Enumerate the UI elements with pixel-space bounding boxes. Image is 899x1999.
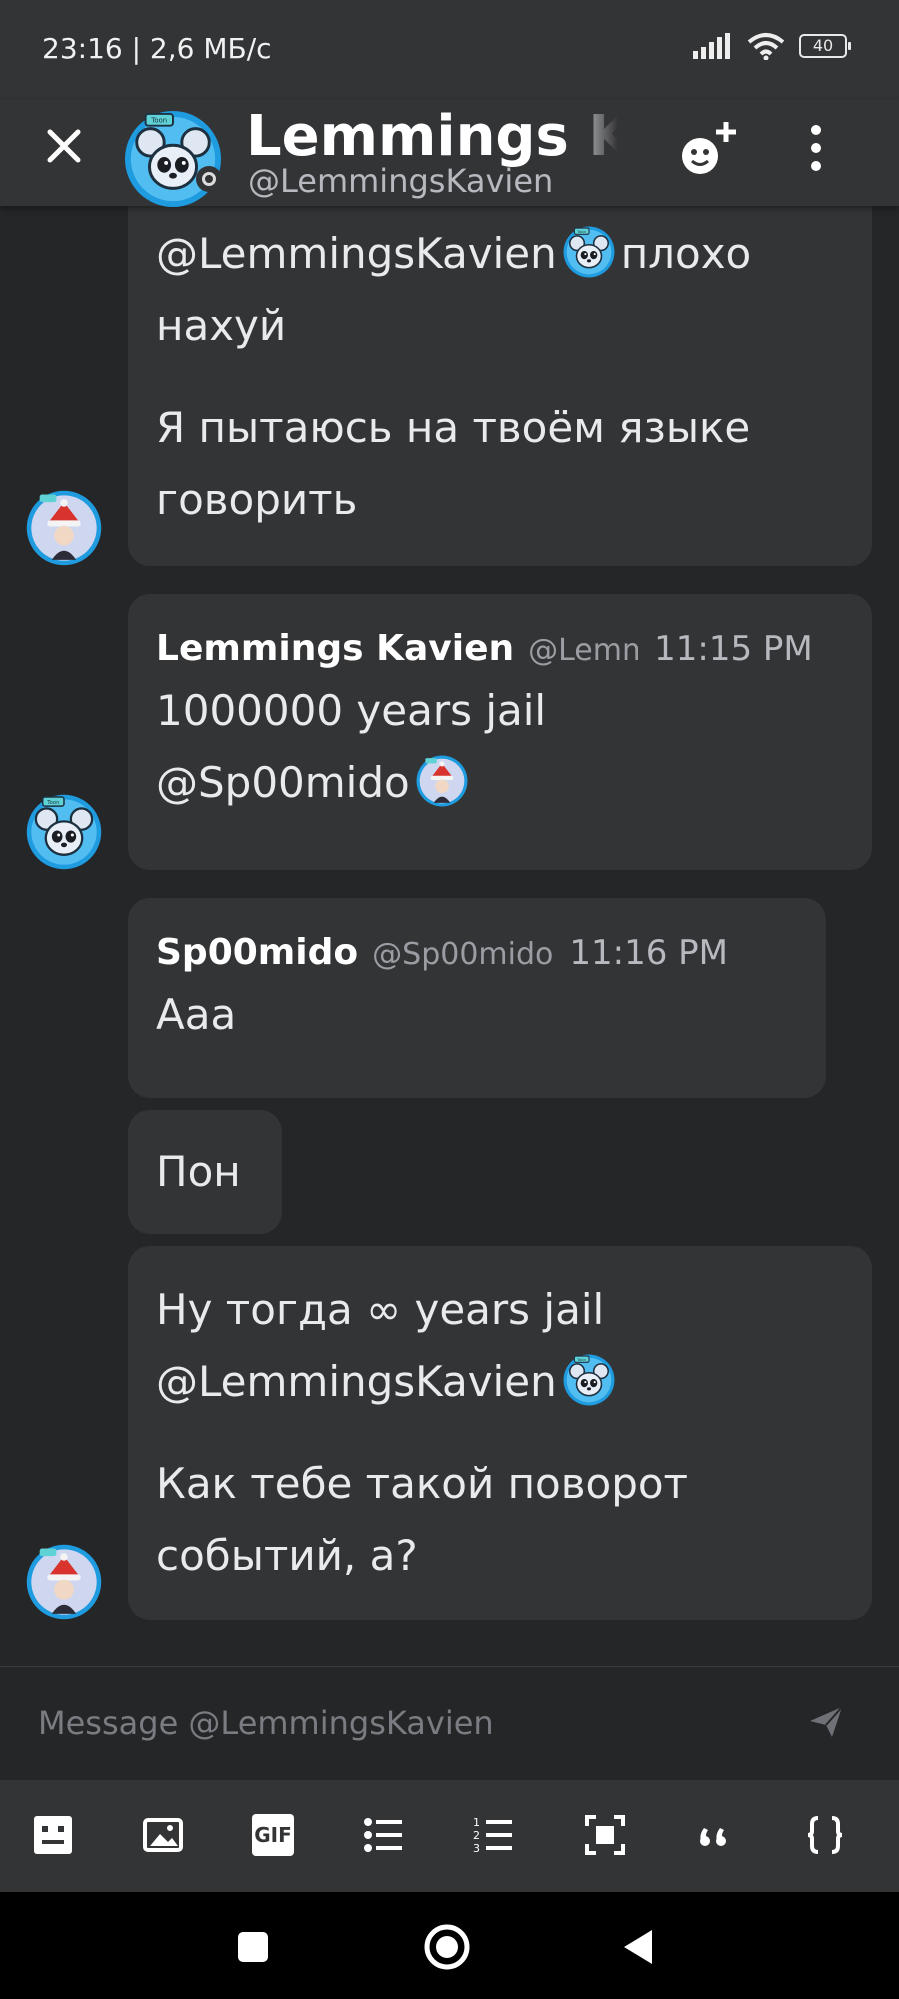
message-timestamp: 11:16 PM bbox=[569, 933, 729, 973]
avatar[interactable] bbox=[26, 794, 102, 870]
mention[interactable]: @Sp00mido bbox=[156, 758, 410, 807]
spoiler-icon[interactable] bbox=[584, 1814, 626, 1856]
formatting-toolbar: GIF 1 2 3 bbox=[0, 1780, 899, 1892]
message-author[interactable]: Lemmings Kavien bbox=[156, 628, 514, 669]
wifi-icon bbox=[747, 33, 785, 60]
navigation-bar bbox=[0, 1892, 899, 1999]
avatar[interactable] bbox=[26, 1544, 102, 1620]
emoji-mouse-icon bbox=[563, 226, 615, 278]
status-dot-icon bbox=[196, 166, 222, 192]
message-text: Aaa bbox=[156, 990, 237, 1039]
emoji-mouse-icon bbox=[563, 1354, 615, 1406]
numbered-list-icon[interactable]: 1 2 3 bbox=[472, 1814, 514, 1856]
message-bubble[interactable]: Ну тогда ∞ years jail @LemmingsKavien Ка… bbox=[128, 1246, 872, 1620]
mention[interactable]: @LemmingsKavien bbox=[156, 229, 557, 278]
image-icon[interactable] bbox=[142, 1814, 184, 1856]
bulleted-list-icon[interactable] bbox=[362, 1814, 404, 1856]
back-icon[interactable] bbox=[614, 1922, 664, 1972]
message-text: нахуй bbox=[156, 301, 287, 350]
signal-icon bbox=[693, 33, 730, 59]
gif-button[interactable]: GIF bbox=[252, 1814, 294, 1856]
emoji-santa-icon bbox=[416, 755, 468, 807]
message-text: Я пытаюсь на твоём языке говорить bbox=[156, 403, 751, 524]
emoji-picker-icon[interactable] bbox=[32, 1814, 74, 1856]
send-icon[interactable] bbox=[806, 1701, 846, 1741]
message-input[interactable] bbox=[36, 1697, 760, 1749]
home-icon[interactable] bbox=[422, 1922, 472, 1972]
svg-text:1: 1 bbox=[473, 1816, 480, 1829]
message-timestamp: 11:15 PM bbox=[654, 629, 813, 669]
message-content: @LemmingsKavien плохо нахуй Я пытаюсь на … bbox=[156, 218, 872, 536]
mention[interactable]: @LemmingsKavien bbox=[156, 1357, 557, 1406]
add-friend-icon[interactable] bbox=[672, 114, 742, 184]
code-block-icon[interactable] bbox=[804, 1814, 846, 1856]
avatar[interactable] bbox=[124, 110, 222, 208]
svg-text:2: 2 bbox=[473, 1829, 480, 1842]
status-bar: 23:16 | 2,6 МБ/с 40 bbox=[0, 0, 899, 100]
battery-icon: 40 bbox=[799, 34, 851, 58]
close-icon[interactable] bbox=[36, 118, 92, 174]
message-text: Как тебе такой поворот событий, а? bbox=[156, 1459, 689, 1580]
message-text: 1000000 years jail bbox=[156, 686, 547, 735]
quote-icon[interactable] bbox=[694, 1814, 736, 1856]
header-username: @LemmingsKavien bbox=[248, 162, 554, 200]
more-vertical-icon[interactable] bbox=[796, 118, 836, 178]
page-title[interactable]: Lemmings Kavien bbox=[246, 104, 618, 169]
status-icons: 40 bbox=[693, 32, 851, 60]
svg-text:3: 3 bbox=[473, 1842, 480, 1855]
message-composer bbox=[0, 1666, 899, 1781]
recents-icon[interactable] bbox=[228, 1922, 278, 1972]
message-handle: @Sp00mido bbox=[372, 937, 554, 972]
message-bubble[interactable]: Пон bbox=[128, 1110, 282, 1234]
avatar[interactable] bbox=[26, 490, 102, 566]
message-author[interactable]: Sp00mido bbox=[156, 932, 358, 973]
message-text: плохо bbox=[620, 229, 752, 278]
message-bubble[interactable]: Lemmings Kavien @LemmingsKavien 11:15 PM… bbox=[128, 594, 872, 870]
message-handle: @LemmingsKavien bbox=[528, 633, 639, 668]
message-bubble[interactable]: Sp00mido @Sp00mido 11:16 PM Aaa bbox=[128, 898, 826, 1098]
message-text: Ну тогда ∞ years jail bbox=[156, 1285, 605, 1334]
status-time: 23:16 | 2,6 МБ/с bbox=[42, 32, 272, 65]
message-text: Пон bbox=[156, 1147, 241, 1196]
dm-header: Lemmings Kavien @LemmingsKavien bbox=[0, 100, 899, 206]
